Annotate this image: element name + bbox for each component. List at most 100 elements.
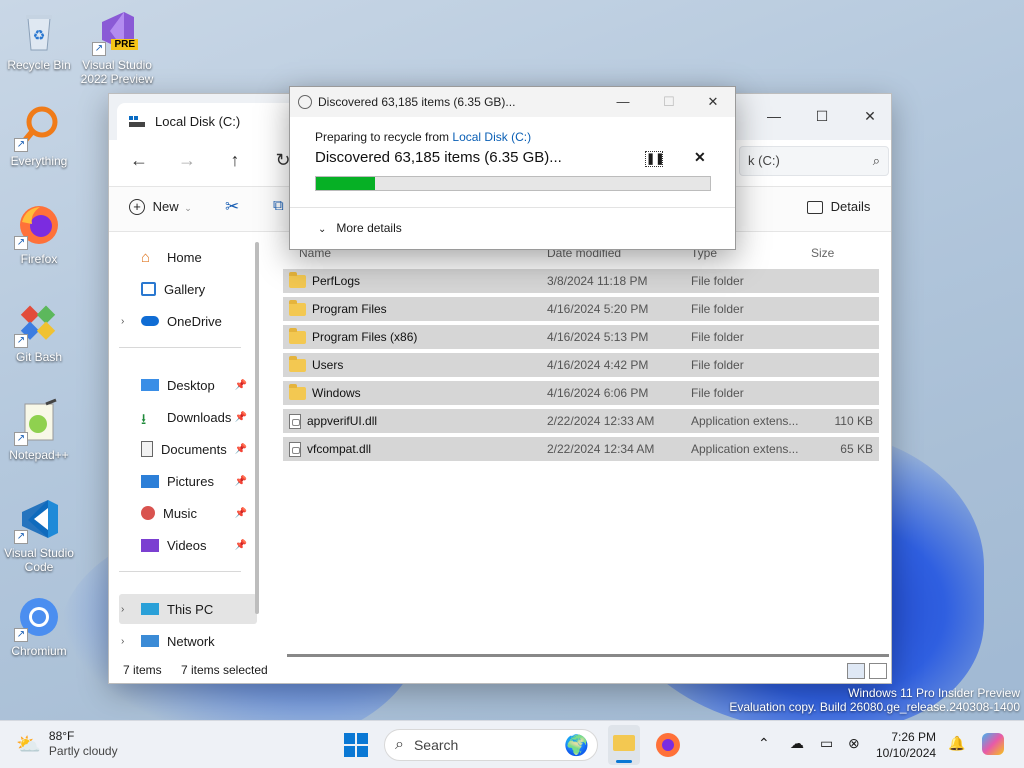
table-row[interactable]: Windows 4/16/2024 6:06 PM File folder <box>283 381 879 405</box>
dialog-minimize-button[interactable]: — <box>600 87 646 117</box>
shortcut-arrow-icon: ↗ <box>14 138 28 152</box>
tiles-view-icon[interactable] <box>869 663 887 679</box>
desktop-icon-recycle-bin[interactable]: ♻ Recycle Bin <box>1 8 77 72</box>
dll-file-icon <box>289 441 301 457</box>
table-row[interactable]: Program Files (x86) 4/16/2024 5:13 PM Fil… <box>283 325 879 349</box>
shortcut-arrow-icon: ↗ <box>14 334 28 348</box>
forward-arrow-icon[interactable]: → <box>173 150 201 171</box>
sidebar-divider <box>119 571 241 572</box>
notification-bell-icon[interactable]: 🔔 <box>948 735 965 752</box>
dialog-close-button[interactable]: ✕ <box>690 87 736 117</box>
chevron-down-icon: ⌄ <box>318 224 327 235</box>
selection-count: 7 items selected <box>181 663 268 677</box>
table-row[interactable]: Program Files 4/16/2024 5:20 PM File fold… <box>283 297 879 321</box>
clock-icon <box>298 95 312 109</box>
cancel-button[interactable]: ✕ <box>694 149 706 166</box>
firefox-icon: ↗ <box>14 202 62 250</box>
start-button[interactable] <box>343 732 369 758</box>
desktop-icon-label: Chromium <box>11 644 67 658</box>
back-arrow-icon[interactable]: ← <box>125 150 153 171</box>
folder-icon <box>289 299 306 316</box>
weather-widget[interactable]: ⛅ 88°F Partly cloudy <box>16 729 118 759</box>
copilot-icon[interactable] <box>982 733 1004 755</box>
chevron-right-icon[interactable]: › <box>121 636 124 647</box>
sidebar-item-gallery[interactable]: Gallery <box>119 274 249 304</box>
taskbar-firefox[interactable] <box>656 733 680 757</box>
search-icon: ⌕ <box>395 736 404 753</box>
search-highlight-icon: 🌍 <box>564 735 589 757</box>
git-bash-icon: ↗ <box>14 300 62 348</box>
desktop-icon-visual-studio-preview[interactable]: PRE ↗ Visual Studio 2022 Preview <box>79 8 155 86</box>
sidebar-item-music[interactable]: Music 📌 <box>119 498 249 528</box>
desktop-icon-everything[interactable]: ↗ Everything <box>1 104 77 168</box>
clock[interactable]: 7:26 PM 10/10/2024 <box>876 729 936 761</box>
desktop-icon-label: Visual Studio Code <box>4 546 74 574</box>
desktop-icon-label: Visual Studio 2022 Preview <box>80 58 154 86</box>
column-header-size[interactable]: Size <box>811 241 834 265</box>
more-details-toggle[interactable]: ⌄ More details <box>318 221 402 235</box>
up-arrow-icon[interactable]: ↑ <box>221 150 249 171</box>
shortcut-arrow-icon: ↗ <box>14 432 28 446</box>
progress-fill <box>316 177 376 190</box>
sidebar-item-downloads[interactable]: ⭳ Downloads 📌 <box>119 402 249 432</box>
visual-studio-icon: PRE ↗ <box>92 8 140 56</box>
dialog-heading: Discovered 63,185 items (6.35 GB)... <box>315 149 562 166</box>
display-icon[interactable]: ▭ <box>820 735 833 752</box>
sidebar-item-pictures[interactable]: Pictures 📌 <box>119 466 249 496</box>
pictures-icon <box>141 474 159 488</box>
network-status-icon[interactable]: ⊗ <box>848 735 860 752</box>
search-icon[interactable]: ⌕ <box>873 147 880 175</box>
desktop-icon-label: Git Bash <box>15 350 63 364</box>
pin-icon[interactable]: 📌 <box>235 380 247 391</box>
pause-button[interactable]: ❚❚ <box>645 151 664 167</box>
taskbar-search[interactable]: ⌕ Search 🌍 <box>384 729 598 761</box>
minimize-button[interactable]: — <box>751 102 797 130</box>
cloud-icon[interactable]: ☁ <box>790 735 804 752</box>
taskbar-file-explorer[interactable] <box>608 725 640 765</box>
tab-local-disk[interactable]: Local Disk (C:) <box>117 103 297 140</box>
sidebar-item-network[interactable]: › Network <box>119 626 249 656</box>
pin-icon[interactable]: 📌 <box>235 476 247 487</box>
table-row[interactable]: vfcompat.dll 2/22/2024 12:34 AM Applicati… <box>283 437 879 461</box>
downloads-icon: ⭳ <box>141 411 147 428</box>
desktop-icon-label: Firefox <box>20 252 58 266</box>
folder-icon <box>613 735 635 751</box>
shortcut-arrow-icon: ↗ <box>14 236 28 250</box>
address-bar[interactable]: k (C:) ⌕ <box>739 146 889 176</box>
sidebar-item-onedrive[interactable]: › OneDrive <box>119 306 249 336</box>
details-view-icon[interactable] <box>847 663 865 679</box>
desktop-icon-git-bash[interactable]: ↗ Git Bash <box>1 300 77 364</box>
desktop-icon-chromium[interactable]: ↗ Chromium <box>1 594 77 658</box>
drive-icon <box>129 115 145 128</box>
copy-button[interactable]: ⧉ <box>273 197 284 214</box>
pin-icon[interactable]: 📌 <box>235 508 247 519</box>
new-button[interactable]: + New ⌄ <box>129 199 192 215</box>
folder-icon <box>289 271 306 288</box>
pin-icon[interactable]: 📌 <box>235 412 247 423</box>
table-row[interactable]: appverifUI.dll 2/22/2024 12:33 AM Applica… <box>283 409 879 433</box>
show-hidden-icons[interactable]: ⌃ <box>758 735 770 752</box>
chevron-right-icon[interactable]: › <box>121 316 124 327</box>
horizontal-scrollbar[interactable] <box>287 654 889 657</box>
details-button[interactable]: Details <box>807 199 870 215</box>
sidebar-item-this-pc[interactable]: › This PC <box>119 594 257 624</box>
sidebar-item-videos[interactable]: Videos 📌 <box>119 530 249 560</box>
sidebar-item-documents[interactable]: Documents 📌 <box>119 434 249 464</box>
source-link[interactable]: Local Disk (C:) <box>452 130 531 144</box>
desktop-icon-firefox[interactable]: ↗ Firefox <box>1 202 77 266</box>
close-button[interactable]: ✕ <box>847 102 893 130</box>
sidebar-item-desktop[interactable]: Desktop 📌 <box>119 370 249 400</box>
chevron-down-icon: ⌄ <box>184 203 192 213</box>
pin-icon[interactable]: 📌 <box>235 540 247 551</box>
pin-icon[interactable]: 📌 <box>235 444 247 455</box>
maximize-button[interactable]: ☐ <box>799 102 845 130</box>
chevron-right-icon[interactable]: › <box>121 604 124 615</box>
desktop-icon-notepad-plus-plus[interactable]: ↗ Notepad++ <box>1 398 77 462</box>
folder-icon <box>289 355 306 372</box>
sidebar-item-home[interactable]: ⌂ Home <box>119 242 249 272</box>
table-row[interactable]: PerfLogs 3/8/2024 11:18 PM File folder <box>283 269 879 293</box>
cut-button[interactable]: ✂ <box>225 197 239 217</box>
table-row[interactable]: Users 4/16/2024 4:42 PM File folder <box>283 353 879 377</box>
sidebar-scrollbar[interactable] <box>255 242 259 614</box>
desktop-icon-vscode[interactable]: ↗ Visual Studio Code <box>1 496 77 574</box>
